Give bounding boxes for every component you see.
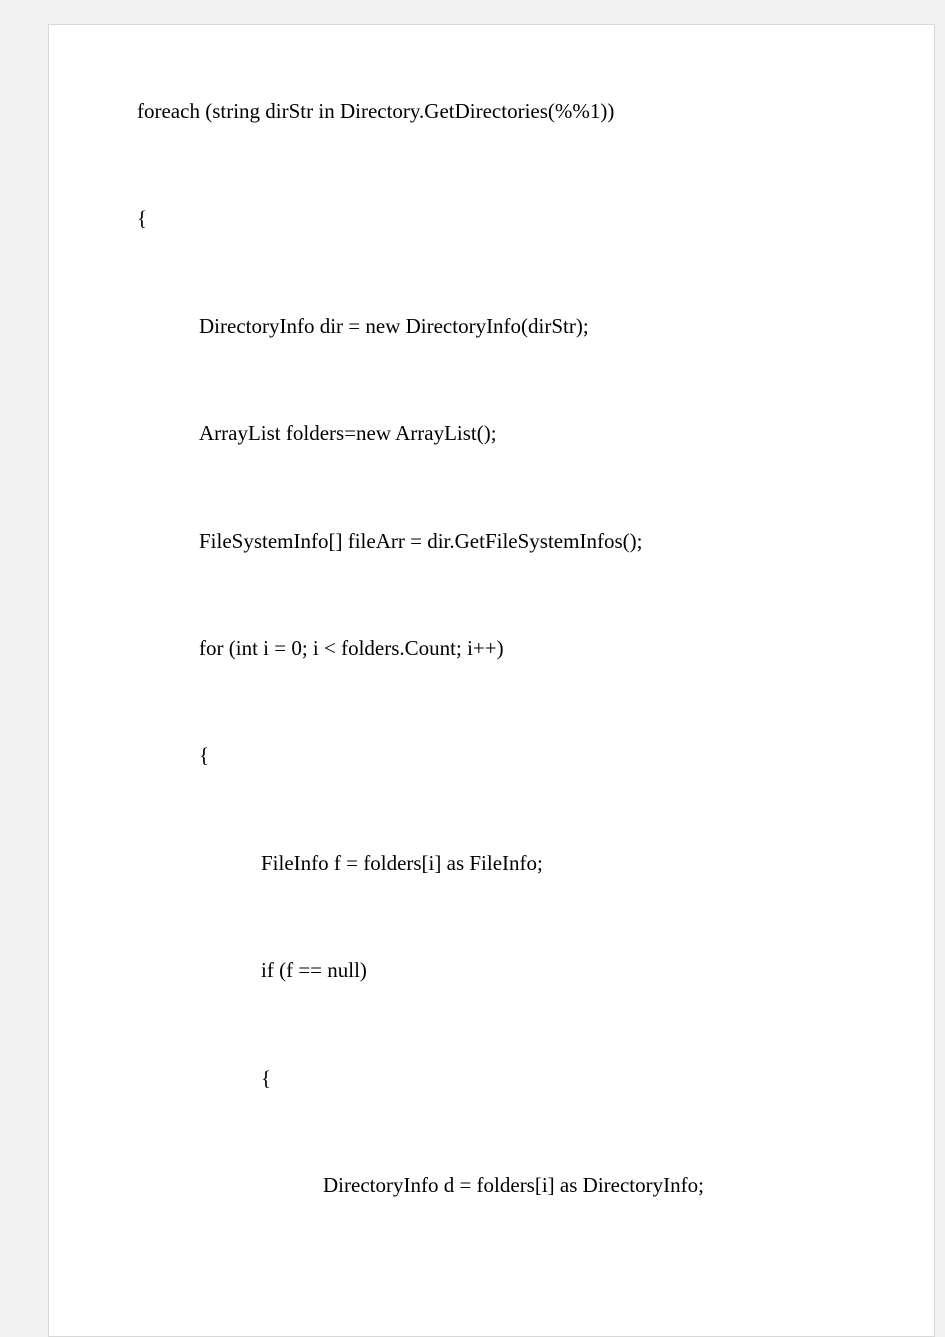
- code-line: FileInfo f = folders[i] as FileInfo;: [137, 849, 846, 878]
- code-line: {: [137, 204, 846, 233]
- code-line: {: [137, 741, 846, 770]
- code-line: DirectoryInfo d = folders[i] as Director…: [137, 1171, 846, 1200]
- code-line: for (int i = 0; i < folders.Count; i++): [137, 634, 846, 663]
- code-line: FileSystemInfo[] fileArr = dir.GetFileSy…: [137, 527, 846, 556]
- code-line: foreach (string dirStr in Directory.GetD…: [137, 97, 846, 126]
- document-page: foreach (string dirStr in Directory.GetD…: [48, 24, 935, 1337]
- code-line: {: [137, 1064, 846, 1093]
- code-line: DirectoryInfo dir = new DirectoryInfo(di…: [137, 312, 846, 341]
- code-line: if (f == null): [137, 956, 846, 985]
- code-line: ArrayList folders=new ArrayList();: [137, 419, 846, 448]
